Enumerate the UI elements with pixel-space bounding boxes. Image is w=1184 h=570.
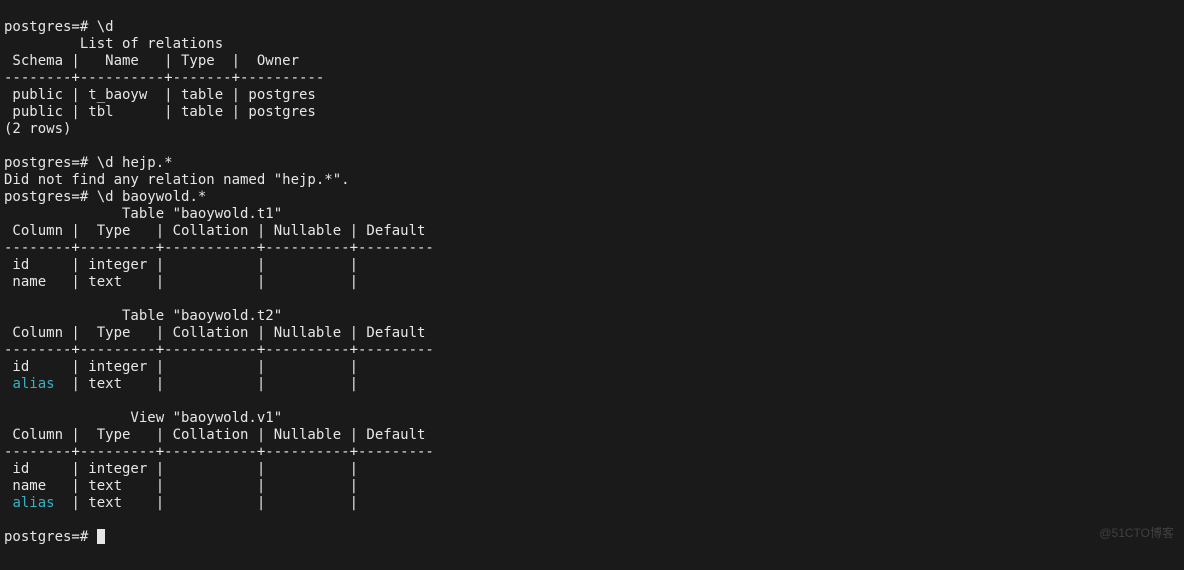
table-row: id | integer | | | [4,359,358,375]
highlighted-column: alias [12,495,54,511]
prompt-2: postgres=# \d hejp.* [4,155,173,171]
columns-header: Column | Type | Collation | Nullable | D… [4,223,425,239]
columns-separator: --------+---------+-----------+---------… [4,444,434,460]
relations-row: public | t_baoyw | table | postgres [4,87,316,103]
not-found-message: Did not find any relation named "hejp.*"… [4,172,350,188]
columns-header: Column | Type | Collation | Nullable | D… [4,325,425,341]
table-t1-title: Table "baoywold.t1" [4,206,282,222]
current-prompt[interactable]: postgres=# [4,529,105,545]
relations-title: List of relations [4,36,223,52]
prompt-3: postgres=# \d baoywold.* [4,189,206,205]
table-row: name | text | | | [4,274,358,290]
relations-count: (2 rows) [4,121,71,137]
table-row: id | integer | | | [4,257,358,273]
table-row: alias | text | | | [4,376,358,392]
columns-separator: --------+---------+-----------+---------… [4,240,434,256]
prompt-1: postgres=# \d [4,19,114,35]
view-v1-title: View "baoywold.v1" [4,410,282,426]
columns-separator: --------+---------+-----------+---------… [4,342,434,358]
watermark: @51CTO博客 [1099,525,1174,542]
table-t2-title: Table "baoywold.t2" [4,308,282,324]
cursor-icon [97,529,105,544]
highlighted-column: alias [12,376,54,392]
relations-header: Schema | Name | Type | Owner [4,53,299,69]
table-row: id | integer | | | [4,461,358,477]
table-row: name | text | | | [4,478,358,494]
table-row: alias | text | | | [4,495,358,511]
terminal-output: postgres=# \d List of relations Schema |… [0,0,1184,570]
relations-row: public | tbl | table | postgres [4,104,316,120]
columns-header: Column | Type | Collation | Nullable | D… [4,427,425,443]
relations-separator: --------+----------+-------+---------- [4,70,324,86]
